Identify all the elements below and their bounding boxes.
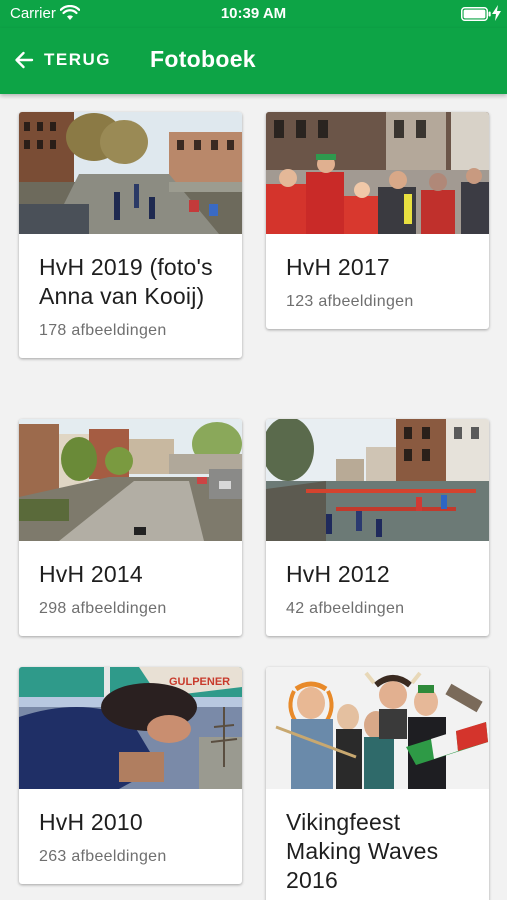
svg-text:GULPENER: GULPENER [169,676,230,688]
album-photo: GULPENER [19,667,242,789]
status-time: 10:39 AM [220,5,287,22]
album-card[interactable]: HvH 2019 (foto's Anna van Kooij) 178 afb… [19,112,242,358]
album-title: HvH 2017 [286,254,390,280]
album-count: 178 afbeeldingen [39,322,167,339]
album-count: 298 afbeeldingen [39,600,167,617]
album-card[interactable]: HvH 2012 42 afbeeldingen [266,419,489,636]
album-title: HvH 2019 (foto's Anna van Kooij) [39,254,213,309]
album-title: HvH 2012 [286,561,390,587]
charging-bolt-icon [492,5,501,21]
album-card[interactable]: Vikingfeest Making Waves 2016 [266,667,489,900]
album-photo [19,419,242,541]
album-photo [266,667,489,789]
album-title: HvH 2010 [39,809,143,835]
album-title: HvH 2014 [39,561,143,587]
status-bar: Carrier 10:39 AM [0,0,507,28]
album-count: 263 afbeeldingen [39,848,167,865]
navigation-bar: TERUG Fotoboek [0,28,507,94]
album-card[interactable]: HvH 2014 298 afbeeldingen [19,419,242,636]
back-label: TERUG [44,50,111,69]
album-count: 42 afbeeldingen [286,600,405,617]
battery-icon [461,7,491,21]
page-title: Fotoboek [150,46,256,72]
back-button[interactable]: TERUG [14,42,124,78]
album-photo [266,112,489,234]
album-grid: HvH 2019 (foto's Anna van Kooij) 178 afb… [0,94,507,900]
album-photo [19,112,242,234]
album-count: 123 afbeeldingen [286,293,414,310]
album-title: Vikingfeest Making Waves 2016 [286,809,439,893]
album-photo [266,419,489,541]
album-card[interactable]: GULPENER HvH 2010 263 afbeeldingen [19,667,242,884]
back-arrow-icon [15,51,34,69]
album-card[interactable]: HvH 2017 123 afbeeldingen [266,112,489,329]
